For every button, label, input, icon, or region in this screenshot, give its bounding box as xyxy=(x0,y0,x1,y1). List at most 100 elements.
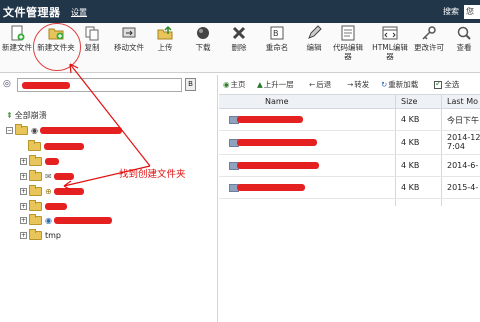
expand-icon: + xyxy=(20,158,27,165)
search-input[interactable]: 您 xyxy=(464,5,480,19)
column-size[interactable]: Size xyxy=(401,97,417,106)
back-button[interactable]: ←后退 xyxy=(309,79,331,90)
forward-label: 转发 xyxy=(354,80,370,89)
copy-icon xyxy=(85,26,99,41)
mail-icon: ✉ xyxy=(45,172,52,181)
view-button[interactable]: 查看 xyxy=(452,25,476,52)
folder-icon xyxy=(29,214,42,225)
app-title: 文件管理器 xyxy=(3,6,61,19)
path-icon: ◎ xyxy=(3,79,11,89)
nav-bar: ◉主页 ▲上升一层 ←后退 →转发 ↻重新加载 全选 xyxy=(219,79,480,93)
cell-modified: 2014-6- xyxy=(447,161,479,170)
change-permissions-label: 更改许可 xyxy=(414,43,444,52)
home-button[interactable]: ◉主页 xyxy=(223,79,246,90)
tree-item[interactable]: + ✉ xyxy=(20,170,74,183)
folder-icon xyxy=(29,170,42,181)
select-all-label: 全选 xyxy=(444,80,460,89)
expand-icon: + xyxy=(20,188,27,195)
back-icon: ← xyxy=(309,80,316,89)
collapse-icon: ⇞ xyxy=(6,111,13,120)
delete-label: 删除 xyxy=(231,43,247,52)
folder-icon xyxy=(29,229,42,240)
cell-modified: 2015-4- xyxy=(447,183,479,192)
up-one-level-button[interactable]: ▲上升一层 xyxy=(257,79,294,90)
cell-size: 4 KB xyxy=(401,115,420,124)
go-button[interactable]: B xyxy=(185,78,196,91)
path-input[interactable] xyxy=(17,78,182,92)
cell-size: 4 KB xyxy=(401,138,420,147)
expand-icon: + xyxy=(20,217,27,224)
cell-modified: 2014-12 7:04 xyxy=(447,133,480,151)
download-button[interactable]: 下载 xyxy=(190,25,216,52)
folder-icon xyxy=(29,185,42,196)
checkbox-icon xyxy=(434,79,442,89)
expand-icon: + xyxy=(20,232,27,239)
rename-label: 重命名 xyxy=(265,43,289,52)
back-label: 后退 xyxy=(316,80,332,89)
tree-item[interactable]: + xyxy=(20,200,67,213)
rename-icon: B xyxy=(270,26,284,40)
edit-button[interactable]: 编辑 xyxy=(302,25,326,52)
delete-button[interactable]: 删除 xyxy=(226,25,252,52)
table-row[interactable]: 4 KB 今日下午 xyxy=(219,109,480,131)
column-last-modified[interactable]: Last Mo xyxy=(447,97,478,106)
column-name[interactable]: Name xyxy=(265,97,289,106)
code-editor-button[interactable]: 代码编辑器 xyxy=(332,25,364,61)
view-icon xyxy=(457,26,471,40)
select-all-button[interactable]: 全选 xyxy=(434,79,459,90)
code-editor-icon xyxy=(341,25,355,41)
tree-item[interactable] xyxy=(20,140,84,153)
tree-item-selected[interactable]: + ◉ xyxy=(20,214,112,227)
html-editor-label: HTML编辑器 xyxy=(372,43,408,61)
html-editor-button[interactable]: HTML编辑器 xyxy=(372,25,408,61)
tree-item[interactable]: + ⊕ xyxy=(20,185,84,198)
settings-link[interactable]: 设置 xyxy=(71,7,87,18)
path-bar: ◎ B xyxy=(3,78,215,93)
forward-button[interactable]: →转发 xyxy=(347,79,369,90)
folder-icon xyxy=(15,124,28,135)
new-file-icon xyxy=(11,25,25,41)
expand-icon: + xyxy=(20,173,27,180)
up-one-level-label: 上升一层 xyxy=(263,80,294,89)
download-icon xyxy=(197,27,209,39)
expand-icon: + xyxy=(20,203,27,210)
new-file-button[interactable]: 新建文件 xyxy=(2,25,32,52)
home-label: 主页 xyxy=(230,80,246,89)
upload-label: 上传 xyxy=(157,43,173,52)
rename-button[interactable]: B 重命名 xyxy=(262,25,292,52)
reload-button[interactable]: ↻重新加载 xyxy=(381,79,418,90)
new-file-label: 新建文件 xyxy=(2,43,32,52)
tree-item[interactable]: + xyxy=(20,155,59,168)
edit-icon xyxy=(308,25,322,39)
title-bar: 文件管理器 设置 搜索 您 xyxy=(0,0,480,23)
upload-icon xyxy=(157,25,173,40)
view-label: 查看 xyxy=(456,43,472,52)
html-editor-icon xyxy=(382,26,398,40)
reload-icon: ↻ xyxy=(381,80,388,89)
move-file-button[interactable]: 移动文件 xyxy=(110,25,148,52)
download-label: 下载 xyxy=(195,43,211,52)
table-row[interactable]: 4 KB 2014-12 7:04 xyxy=(219,131,480,155)
home-icon: ◉ xyxy=(223,80,230,89)
annotation-label: 找到创建文件夹 xyxy=(119,169,186,180)
reload-label: 重新加载 xyxy=(388,80,419,89)
table-row[interactable]: 4 KB 2014-6- xyxy=(219,155,480,177)
collapse-all-label: 全部崩溃 xyxy=(14,111,47,120)
tree-item-root[interactable]: − ◉ xyxy=(6,124,122,137)
folder-icon xyxy=(29,200,42,211)
highlight-ring xyxy=(33,23,81,71)
move-file-label: 移动文件 xyxy=(114,43,144,52)
cell-size: 4 KB xyxy=(401,183,420,192)
file-list-pane: ◉主页 ▲上升一层 ←后退 →转发 ↻重新加载 全选 Name Size Las… xyxy=(219,75,480,322)
table-row[interactable]: 4 KB 2015-4- xyxy=(219,177,480,199)
globe-icon: ◉ xyxy=(45,216,52,225)
move-file-icon xyxy=(122,27,136,38)
change-permissions-button[interactable]: 更改许可 xyxy=(412,25,446,52)
copy-button[interactable]: 复制 xyxy=(80,25,104,52)
folder-icon xyxy=(29,155,42,166)
collapse-all-button[interactable]: ⇞ 全部崩溃 xyxy=(6,110,47,121)
upload-button[interactable]: 上传 xyxy=(152,25,178,52)
svg-text:B: B xyxy=(273,29,279,38)
tree-item-tmp[interactable]: + tmp xyxy=(20,229,61,242)
folder-icon xyxy=(28,140,41,151)
